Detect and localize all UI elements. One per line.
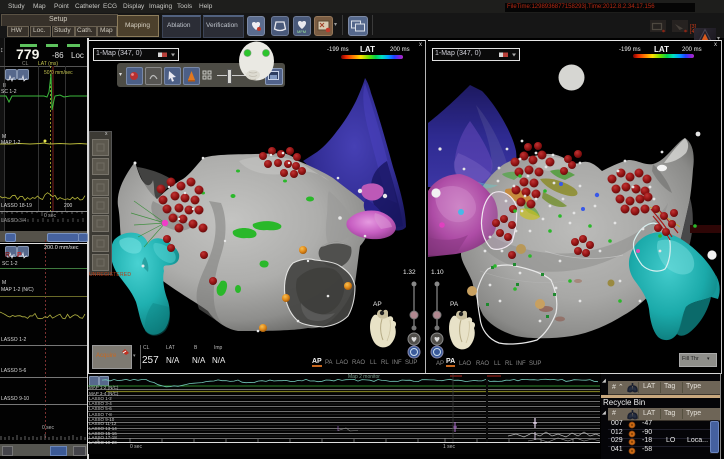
svg-text:MFM: MFM — [297, 29, 306, 34]
